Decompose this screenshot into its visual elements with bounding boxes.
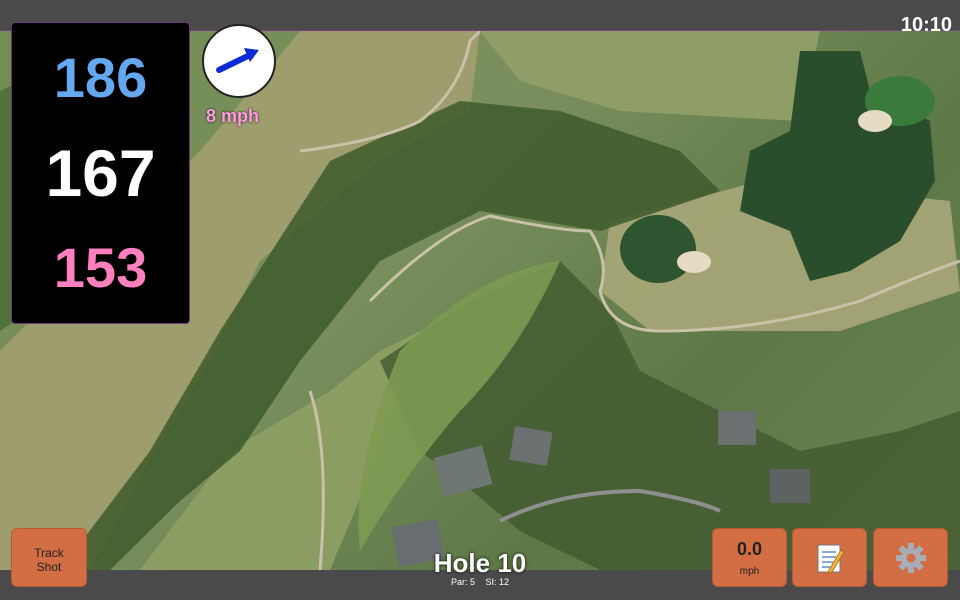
gear-icon: [895, 542, 926, 573]
back-yardage: 186: [53, 46, 148, 109]
notes-button[interactable]: [792, 528, 867, 587]
hole-stroke-index: SI: 12: [485, 577, 510, 587]
track-shot-label-line2: Shot: [36, 560, 62, 574]
hole-par: Par: 5: [450, 577, 475, 587]
hole-title: Hole 10: [433, 548, 527, 578]
track-shot-label-line1: Track: [34, 546, 64, 560]
speed-unit: mph: [739, 566, 760, 577]
center-yardage: 167: [45, 136, 156, 210]
notepad-icon: [817, 544, 845, 574]
front-yardage: 153: [53, 236, 148, 299]
wind-arrow-icon: [216, 48, 259, 73]
wind-direction-dial: [202, 24, 276, 98]
speed-button[interactable]: 0.0 mph: [712, 528, 787, 587]
yardage-panel: 186 167 153: [11, 22, 190, 324]
speed-value: 0.0: [736, 539, 763, 559]
settings-button[interactable]: [873, 528, 948, 587]
hole-info: Par: 5 SI: 12: [380, 577, 580, 587]
track-shot-button[interactable]: Track Shot: [11, 528, 87, 587]
wind-speed: 8 mph: [206, 106, 260, 126]
